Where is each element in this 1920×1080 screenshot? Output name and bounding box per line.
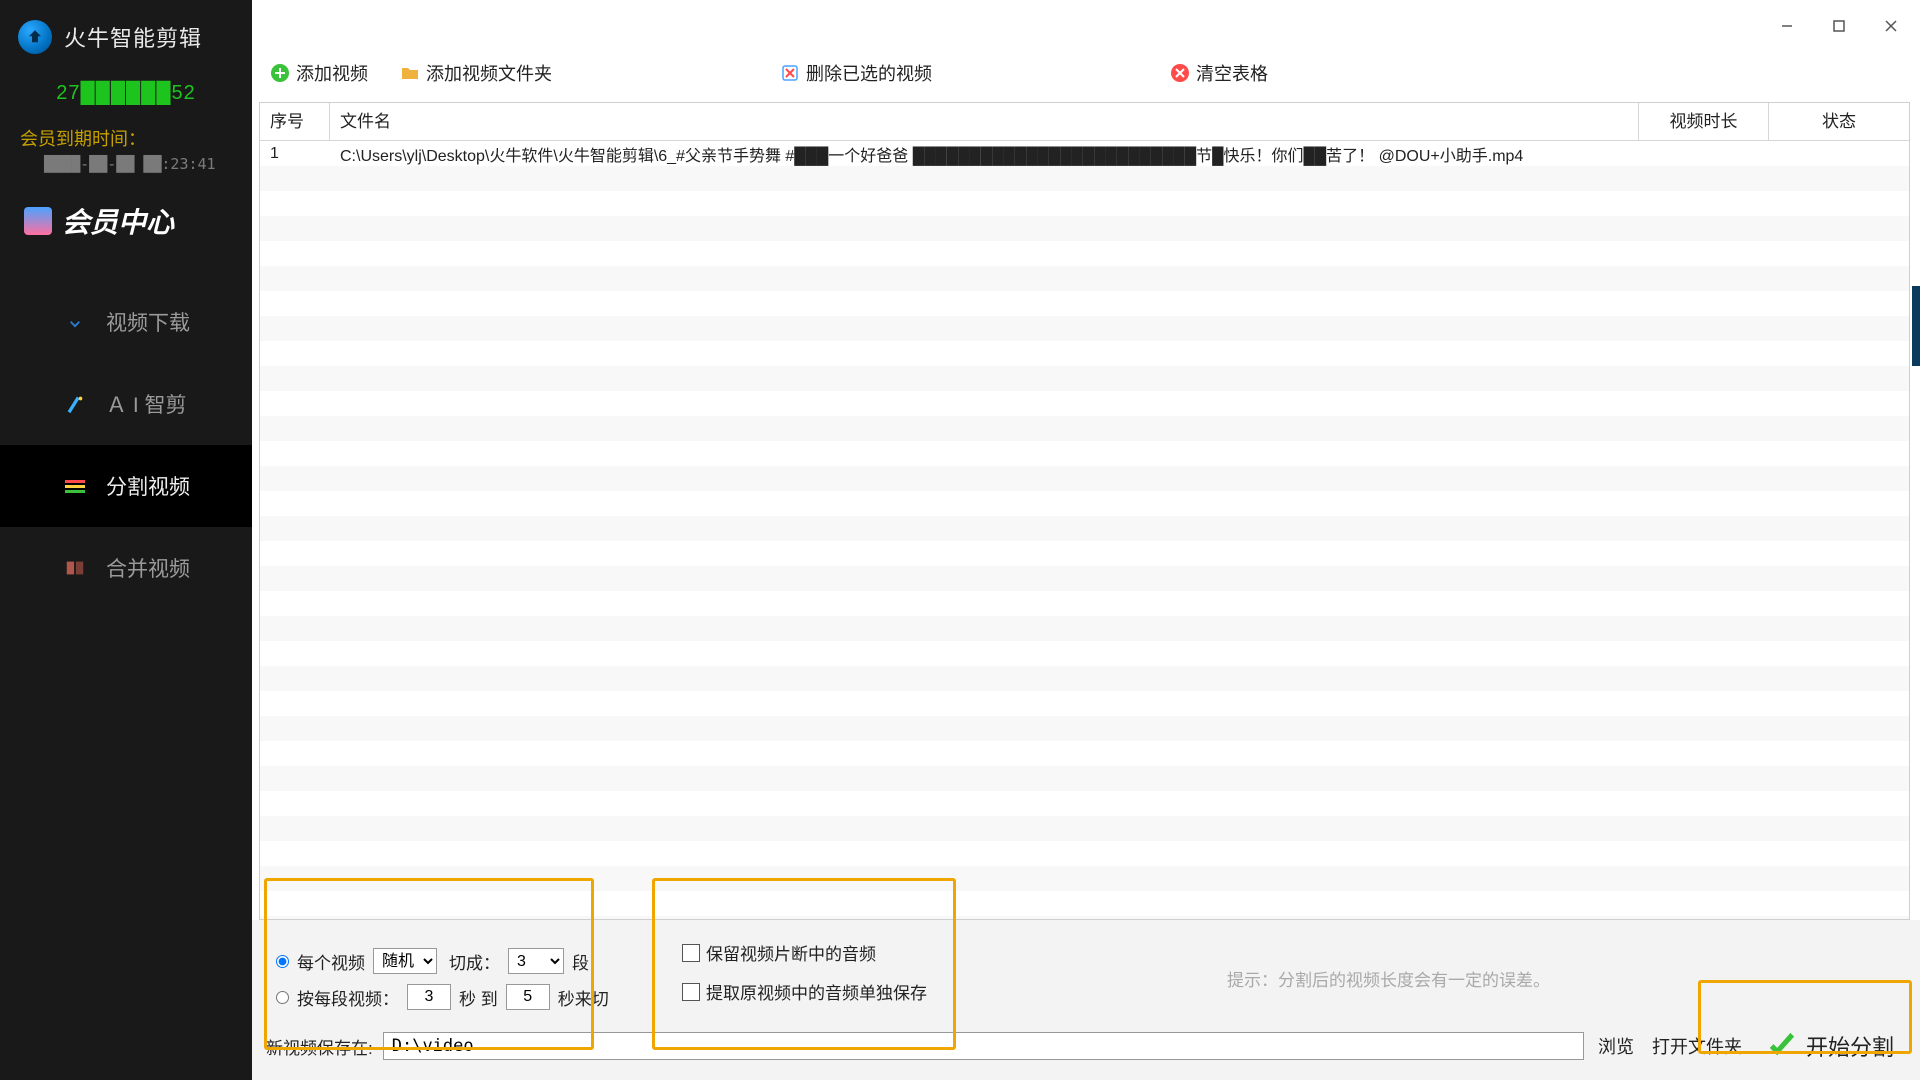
th-status[interactable]: 状态 bbox=[1769, 103, 1909, 140]
member-center-label: 会员中心 bbox=[62, 201, 174, 241]
sec-from-input[interactable] bbox=[407, 984, 451, 1010]
sec-to-input[interactable] bbox=[506, 984, 550, 1010]
minimize-button[interactable] bbox=[1776, 15, 1798, 37]
merge-icon bbox=[62, 555, 88, 581]
ai-icon bbox=[62, 391, 88, 417]
keep-audio-label: 保留视频片断中的音频 bbox=[706, 940, 876, 965]
strategy-select[interactable]: 随机 bbox=[373, 948, 437, 974]
sidebar-item-label: 视频下载 bbox=[106, 307, 190, 337]
sec-word: 秒 到 bbox=[459, 985, 498, 1010]
mode-each-radio[interactable] bbox=[276, 955, 289, 968]
checkbox-icon bbox=[682, 983, 700, 1001]
window-controls bbox=[252, 0, 1920, 52]
segment-suffix: 段 bbox=[572, 949, 589, 974]
extract-audio-checkbox[interactable]: 提取原视频中的音频单独保存 bbox=[682, 979, 927, 1004]
toolbar: 添加视频 添加视频文件夹 删除已选的视频 清空表格 bbox=[252, 52, 1920, 98]
cell-filename: C:\Users\ylj\Desktop\火牛软件\火牛智能剪辑\6_#父亲节手… bbox=[330, 142, 1639, 166]
segment-count-select[interactable]: 3 bbox=[508, 948, 564, 974]
sidebar-item-ai-clip[interactable]: Ａ I 智剪 bbox=[0, 363, 252, 445]
avatar-icon bbox=[24, 207, 52, 235]
app-header: 火牛智能剪辑 bbox=[0, 12, 252, 68]
sidebar-item-label: Ａ I 智剪 bbox=[106, 389, 187, 419]
user-id: 27██████52 bbox=[0, 82, 252, 105]
toolbar-label: 添加视频文件夹 bbox=[426, 60, 552, 86]
sidebar-item-split[interactable]: 分割视频 bbox=[0, 445, 252, 527]
th-index[interactable]: 序号 bbox=[260, 103, 330, 140]
table-row[interactable]: 1C:\Users\ylj\Desktop\火牛软件\火牛智能剪辑\6_#父亲节… bbox=[260, 141, 1909, 166]
options-panel: 每个视频 随机 切成： 3 段 按每段视频： 秒 到 秒来切 bbox=[252, 920, 1920, 1080]
folder-icon bbox=[400, 63, 420, 83]
sidebar-item-download[interactable]: 视频下载 bbox=[0, 281, 252, 363]
app-logo-icon bbox=[18, 20, 52, 54]
add-video-button[interactable]: 添加视频 bbox=[270, 60, 368, 86]
th-duration[interactable]: 视频时长 bbox=[1639, 103, 1769, 140]
checkbox-icon bbox=[682, 944, 700, 962]
main-area: 添加视频 添加视频文件夹 删除已选的视频 清空表格 bbox=[252, 0, 1920, 1080]
open-folder-button[interactable]: 打开文件夹 bbox=[1648, 1033, 1746, 1059]
toolbar-label: 删除已选的视频 bbox=[806, 60, 932, 86]
cell-index: 1 bbox=[260, 145, 330, 163]
cut-into-label: 切成： bbox=[449, 949, 500, 974]
mode-each-label: 每个视频 bbox=[297, 949, 365, 974]
save-label: 新视频保存在: bbox=[266, 1034, 373, 1059]
clear-icon bbox=[1170, 63, 1190, 83]
browse-button[interactable]: 浏览 bbox=[1594, 1033, 1638, 1059]
hint-text: 提示：分割后的视频长度会有一定的误差。 bbox=[1227, 966, 1550, 991]
sidebar: 火牛智能剪辑 27██████52 会员到期时间： ████-██-██ ██:… bbox=[0, 0, 252, 1080]
delete-selected-button[interactable]: 删除已选的视频 bbox=[780, 60, 932, 86]
toolbar-label: 添加视频 bbox=[296, 60, 368, 86]
mode-per-segment-label: 按每段视频： bbox=[297, 985, 399, 1010]
app-title: 火牛智能剪辑 bbox=[64, 21, 202, 53]
expiry-time: ████-██-██ ██:23:41 bbox=[0, 151, 252, 173]
download-icon bbox=[62, 309, 88, 335]
th-name[interactable]: 文件名 bbox=[330, 103, 1639, 140]
clear-table-button[interactable]: 清空表格 bbox=[1170, 60, 1268, 86]
sidebar-item-merge[interactable]: 合并视频 bbox=[0, 527, 252, 609]
extract-audio-label: 提取原视频中的音频单独保存 bbox=[706, 979, 927, 1004]
start-label: 开始分割 bbox=[1806, 1030, 1894, 1062]
plus-circle-icon bbox=[270, 63, 290, 83]
sidebar-item-label: 分割视频 bbox=[106, 471, 190, 501]
keep-audio-checkbox[interactable]: 保留视频片断中的音频 bbox=[682, 940, 927, 965]
save-path-input[interactable] bbox=[383, 1032, 1584, 1060]
sec-word: 秒来切 bbox=[558, 985, 609, 1010]
table-header: 序号 文件名 视频时长 状态 bbox=[260, 103, 1909, 141]
scroll-rail-accent bbox=[1912, 286, 1920, 366]
maximize-button[interactable] bbox=[1828, 15, 1850, 37]
split-icon bbox=[62, 473, 88, 499]
sidebar-item-label: 合并视频 bbox=[106, 553, 190, 583]
delete-icon bbox=[780, 63, 800, 83]
start-split-button[interactable]: 开始分割 bbox=[1756, 1026, 1904, 1066]
mode-per-segment-radio[interactable] bbox=[276, 991, 289, 1004]
close-button[interactable] bbox=[1880, 15, 1902, 37]
add-folder-button[interactable]: 添加视频文件夹 bbox=[400, 60, 552, 86]
check-icon bbox=[1766, 1031, 1796, 1061]
video-table: 序号 文件名 视频时长 状态 1C:\Users\ylj\Desktop\火牛软… bbox=[259, 102, 1910, 920]
member-center-link[interactable]: 会员中心 bbox=[0, 173, 252, 251]
table-body: 1C:\Users\ylj\Desktop\火牛软件\火牛智能剪辑\6_#父亲节… bbox=[260, 141, 1909, 919]
toolbar-label: 清空表格 bbox=[1196, 60, 1268, 86]
expiry-label: 会员到期时间： bbox=[0, 125, 252, 151]
sidebar-nav: 视频下载 Ａ I 智剪 分割视频 bbox=[0, 281, 252, 609]
